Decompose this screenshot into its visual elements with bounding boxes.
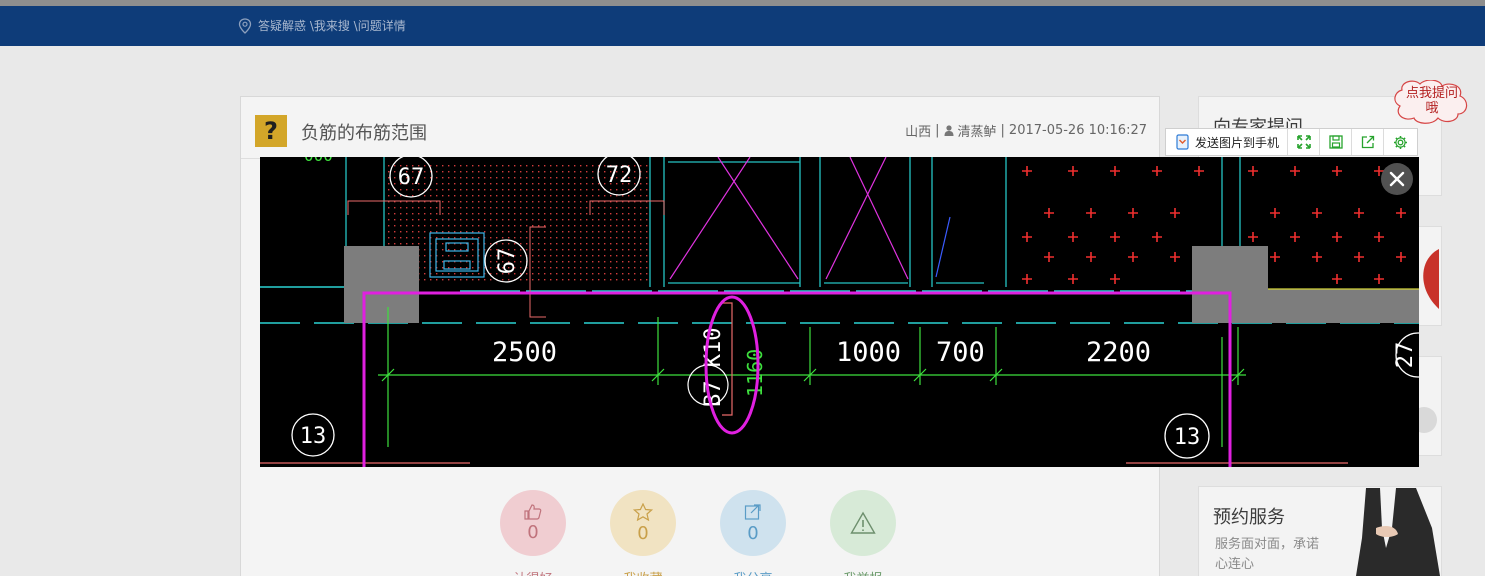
circle-label-67b: 67 <box>495 248 520 275</box>
circle-label-67: 67 <box>398 165 425 190</box>
settings-icon <box>1393 135 1407 149</box>
close-icon <box>1389 171 1405 187</box>
circle-label-13b: 13 <box>1174 425 1201 450</box>
save-button[interactable] <box>1320 129 1353 155</box>
close-viewer-button[interactable] <box>1381 163 1413 195</box>
fullscreen-button[interactable] <box>1288 129 1321 155</box>
partial-dimension: 000 <box>304 157 333 165</box>
cad-drawing: 2500 1000 700 2200 B7 K10 1160 000 67 72… <box>260 157 1419 467</box>
image-viewer[interactable]: 2500 1000 700 2200 B7 K10 1160 000 67 72… <box>260 157 1419 467</box>
dimension-2200: 2200 <box>1086 337 1151 368</box>
share-out-button[interactable] <box>1352 129 1385 155</box>
circle-label-13a: 13 <box>300 424 327 449</box>
viewer-toolbar: 发送图片到手机 <box>1165 128 1418 156</box>
share-out-icon <box>1361 135 1374 149</box>
column-left <box>344 246 419 323</box>
save-icon <box>1328 135 1343 149</box>
send-to-phone-label: 发送图片到手机 <box>1195 135 1280 150</box>
phone-icon <box>1176 134 1189 150</box>
settings-button[interactable] <box>1384 129 1416 155</box>
wall-right <box>1268 289 1419 323</box>
circle-label-72: 72 <box>606 163 633 188</box>
dimension-2500: 2500 <box>492 337 557 368</box>
circle-label-27: 27 <box>1393 342 1418 369</box>
dimension-1000: 1000 <box>836 337 901 368</box>
send-to-phone-button[interactable]: 发送图片到手机 <box>1166 129 1289 155</box>
dimension-700: 700 <box>936 337 985 368</box>
fullscreen-icon <box>1296 135 1311 149</box>
